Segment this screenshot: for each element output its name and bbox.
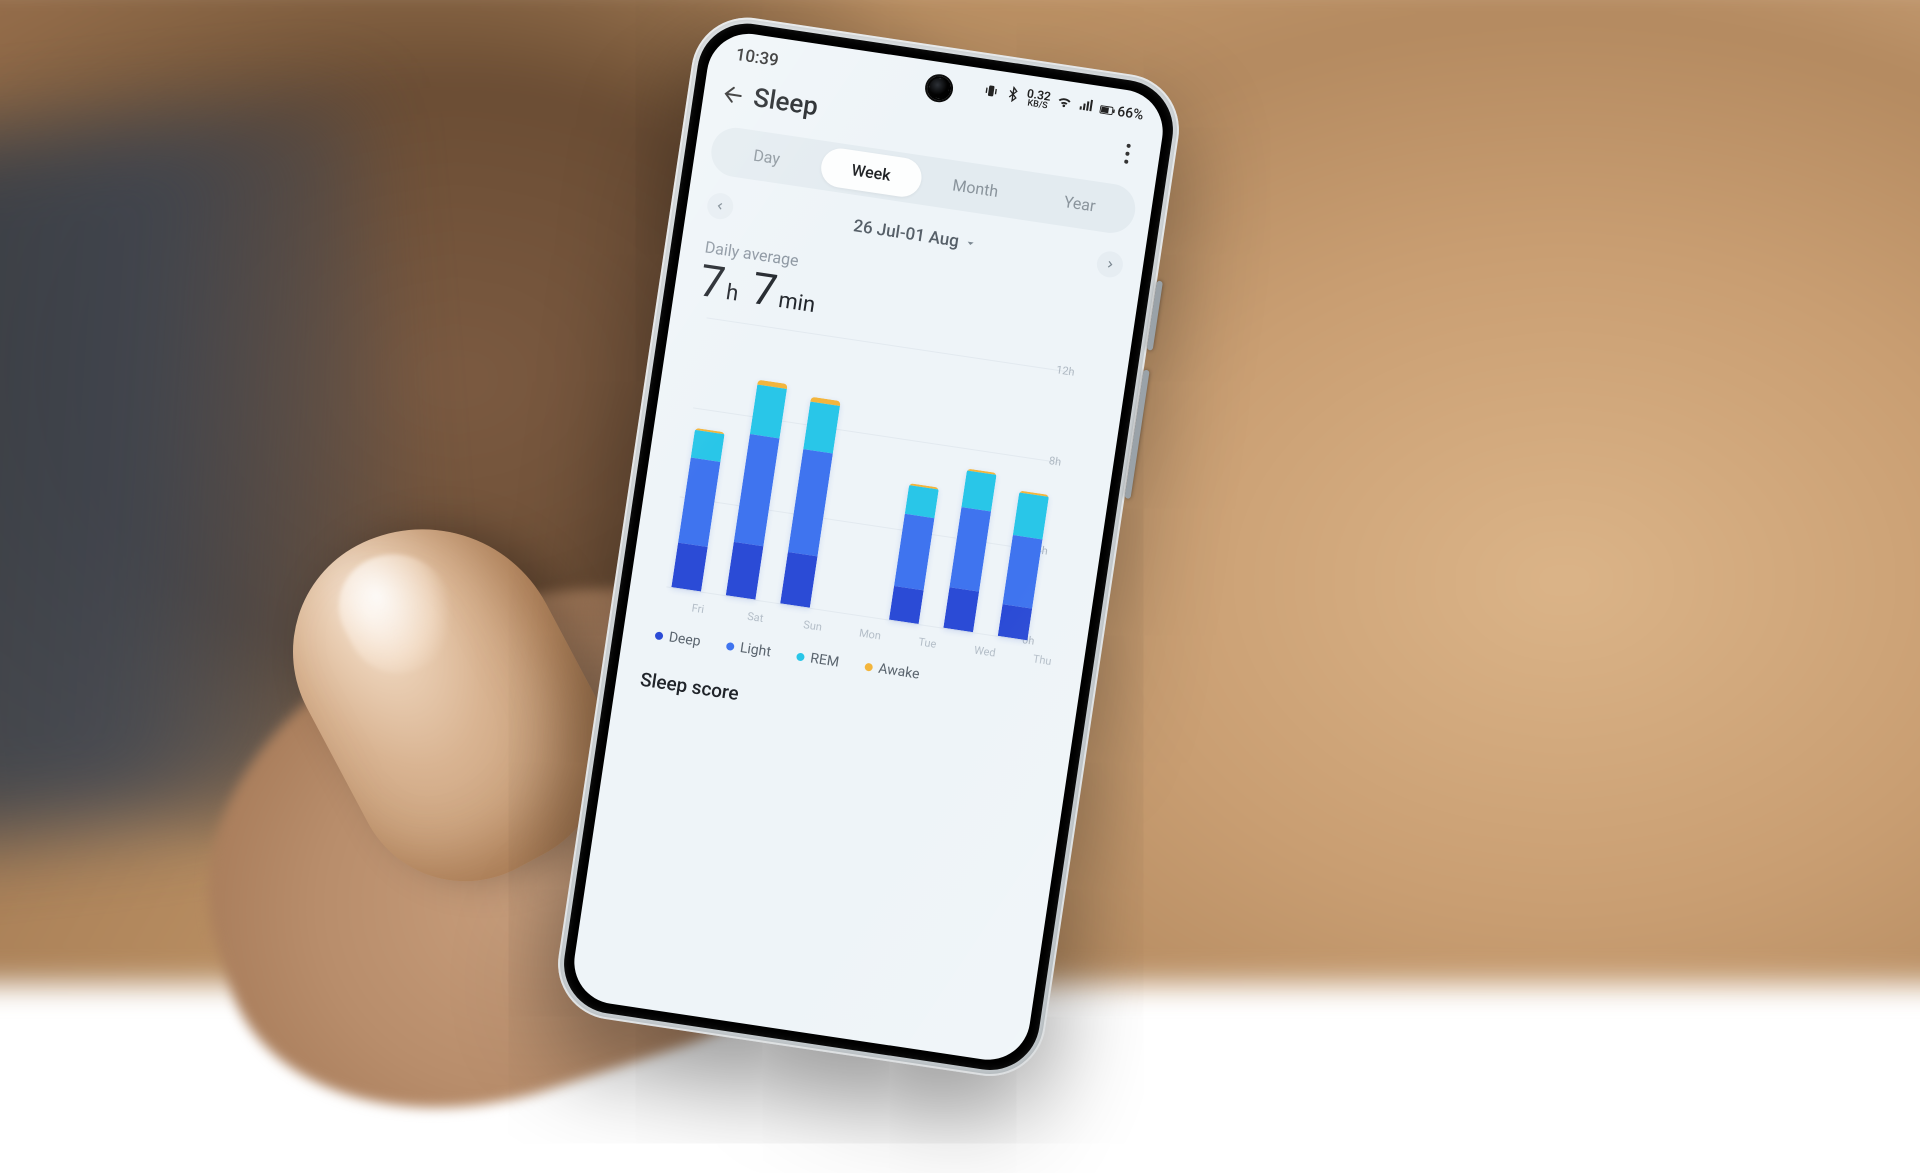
bar-segment-rem xyxy=(691,430,725,461)
legend-dot xyxy=(864,663,873,672)
bar-segment-deep xyxy=(726,541,764,599)
x-tick: Tue xyxy=(918,635,938,651)
tab-month[interactable]: Month xyxy=(922,161,1028,215)
bar-segment-rem xyxy=(803,402,840,454)
bar-column[interactable] xyxy=(666,427,730,592)
legend-label: Light xyxy=(739,640,772,660)
next-range-button[interactable] xyxy=(1095,250,1125,280)
bar-segment-light xyxy=(734,434,780,546)
x-tick: Sun xyxy=(802,618,822,634)
x-tick: Fri xyxy=(691,601,705,616)
more-menu-button[interactable] xyxy=(1112,142,1143,166)
legend-item-awake: Awake xyxy=(863,659,920,683)
legend-label: Awake xyxy=(877,661,920,683)
wifi-icon xyxy=(1055,92,1074,114)
page-title: Sleep xyxy=(751,83,820,122)
prev-range-button[interactable] xyxy=(705,191,735,221)
status-time: 10:39 xyxy=(734,44,780,70)
vibrate-icon xyxy=(981,81,1000,103)
bar-column[interactable] xyxy=(884,482,945,625)
bar-segment-deep xyxy=(780,552,817,608)
bar-segment-light xyxy=(1002,535,1042,609)
chevron-down-icon xyxy=(964,237,978,251)
tab-day[interactable]: Day xyxy=(714,130,820,184)
tab-week[interactable]: Week xyxy=(818,146,924,200)
x-tick: Sat xyxy=(746,610,764,625)
signal-icon xyxy=(1076,96,1095,118)
x-tick: Mon xyxy=(858,626,882,642)
bar-segment-deep xyxy=(943,587,979,632)
legend-label: REM xyxy=(809,651,840,671)
legend-dot xyxy=(796,652,805,661)
bar-segment-light xyxy=(788,449,833,557)
legend-item-light: Light xyxy=(725,638,772,660)
x-tick: Wed xyxy=(973,644,996,660)
bar-segment-rem xyxy=(750,385,787,439)
bar-column[interactable] xyxy=(829,611,869,617)
date-range-picker[interactable]: 26 Jul-01 Aug xyxy=(852,216,978,254)
legend-item-rem: REM xyxy=(795,648,840,670)
battery-icon: 66% xyxy=(1098,101,1144,123)
legend-item-deep: Deep xyxy=(654,627,702,650)
bar-segment-deep xyxy=(889,586,924,624)
bar-segment-deep xyxy=(672,542,708,591)
legend-label: Deep xyxy=(668,629,702,650)
bar-segment-light xyxy=(949,507,991,592)
network-rate: 0.32 KB/S xyxy=(1025,87,1052,111)
date-range-label: 26 Jul-01 Aug xyxy=(852,216,960,252)
bar-segment-light xyxy=(678,457,720,547)
bar-segment-rem xyxy=(1012,492,1048,539)
x-tick: Thu xyxy=(1032,652,1052,668)
bar-column[interactable] xyxy=(992,489,1054,641)
bar-segment-rem xyxy=(961,471,996,511)
bar-segment-deep xyxy=(997,604,1031,640)
bar-segment-rem xyxy=(905,485,939,519)
sleep-chart: 12h8h4h0h FriSatSunMonTueWedThu xyxy=(645,315,1106,684)
bar-column[interactable] xyxy=(938,468,1002,633)
tab-year[interactable]: Year xyxy=(1027,177,1133,231)
back-button[interactable] xyxy=(716,77,752,113)
legend-dot xyxy=(655,631,664,640)
bar-segment-light xyxy=(894,514,934,590)
bluetooth-icon xyxy=(1003,85,1022,107)
legend-dot xyxy=(726,642,735,651)
